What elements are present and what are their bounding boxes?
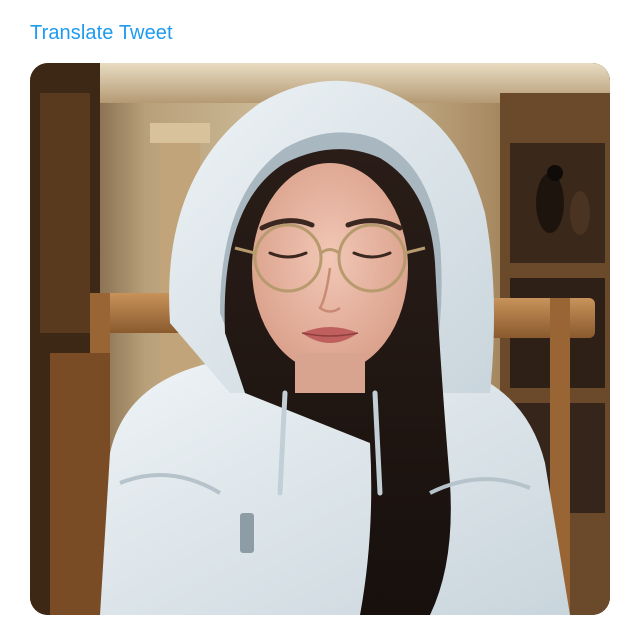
translate-tweet-link[interactable]: Translate Tweet [30, 20, 173, 46]
photo-illustration [30, 63, 610, 615]
tweet-media-photo[interactable] [30, 63, 610, 615]
